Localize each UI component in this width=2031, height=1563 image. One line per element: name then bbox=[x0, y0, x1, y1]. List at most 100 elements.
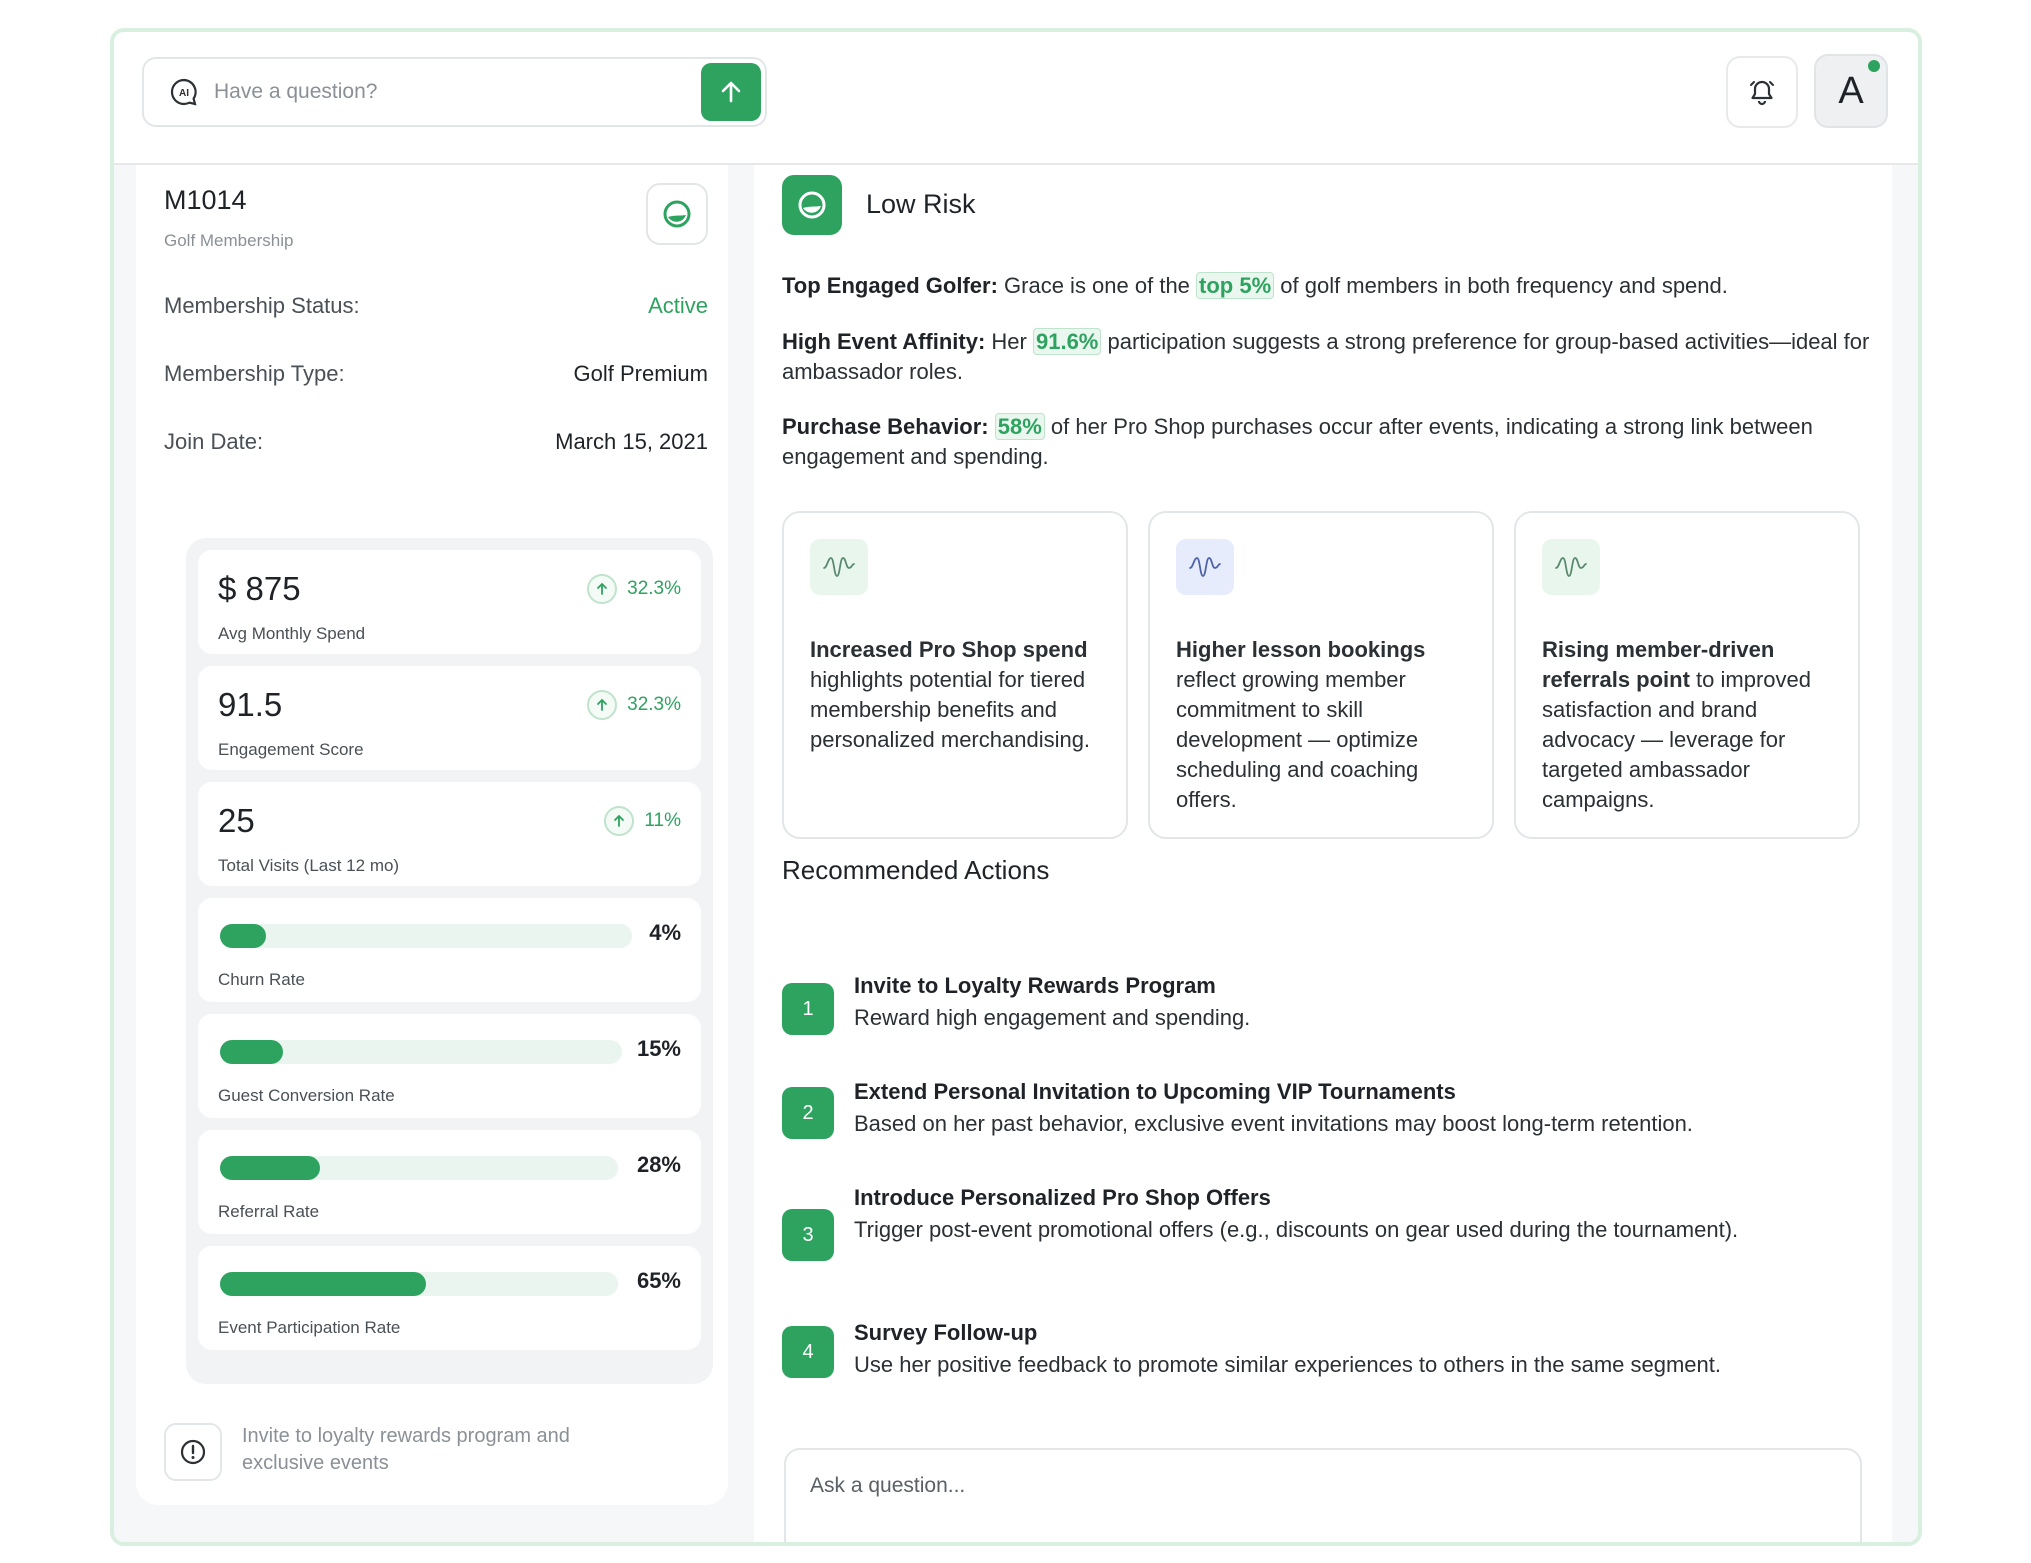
trend-wave-icon bbox=[810, 539, 868, 595]
insight-card-pro-shop[interactable]: Increased Pro Shop spend highlights pote… bbox=[782, 511, 1128, 839]
action-number: 2 bbox=[782, 1087, 834, 1139]
action-number: 1 bbox=[782, 983, 834, 1035]
trend-value: 32.3% bbox=[627, 578, 681, 599]
trend-badge: 11% bbox=[604, 806, 681, 836]
recommendation-tip: Invite to loyalty rewards program and ex… bbox=[164, 1423, 642, 1481]
insight-heading: Purchase Behavior: bbox=[782, 414, 989, 439]
question-input[interactable] bbox=[214, 80, 701, 104]
trend-badge: 32.3% bbox=[587, 690, 681, 720]
insight-card-bold: Increased Pro Shop spend bbox=[810, 637, 1088, 662]
arrow-up-icon bbox=[587, 690, 618, 720]
highlight-value: top 5% bbox=[1196, 272, 1275, 299]
trend-value: 32.3% bbox=[627, 694, 681, 715]
rate-card-referral: 28% Referral Rate bbox=[198, 1130, 701, 1234]
svg-text:AI: AI bbox=[179, 88, 189, 99]
action-description: Reward high engagement and spending. bbox=[854, 1005, 1251, 1030]
progress-track bbox=[220, 1272, 618, 1296]
membership-type-label: Membership Type: bbox=[164, 361, 345, 386]
stat-card-total-visits: 25 Total Visits (Last 12 mo) 11% bbox=[198, 782, 701, 886]
stat-card-avg-spend: $ 875 Avg Monthly Spend 32.3% bbox=[198, 550, 701, 654]
arrow-up-icon bbox=[721, 81, 741, 103]
trend-badge: 32.3% bbox=[587, 574, 681, 604]
membership-status-label: Membership Status: bbox=[164, 293, 360, 318]
arrow-up-icon bbox=[587, 574, 618, 604]
question-search-bar[interactable]: AI bbox=[142, 57, 767, 127]
stat-value: $ 875 bbox=[218, 570, 301, 607]
stats-panel: $ 875 Avg Monthly Spend 32.3% 91.5 Engag… bbox=[186, 538, 713, 1384]
insight-card-text: Rising member-driven referrals point to … bbox=[1542, 635, 1842, 815]
insight-card-rest: highlights potential for tiered membersh… bbox=[810, 667, 1091, 752]
action-number: 4 bbox=[782, 1326, 834, 1378]
member-profile-card: M1014 Golf Membership Membership Status:… bbox=[136, 165, 728, 1505]
progress-ring-icon bbox=[798, 191, 826, 219]
app-window: AI A M1014 Golf Membership bbox=[110, 28, 1922, 1546]
stat-value: 25 bbox=[218, 802, 255, 839]
action-description: Trigger post-event promotional offers (e… bbox=[854, 1217, 1739, 1242]
insight-card-referrals[interactable]: Rising member-driven referrals point to … bbox=[1514, 511, 1860, 839]
insight-top-engaged: Top Engaged Golfer: Grace is one of the … bbox=[782, 271, 1872, 301]
tip-text: Invite to loyalty rewards program and ex… bbox=[242, 1425, 570, 1474]
rate-label: Referral Rate bbox=[218, 1202, 320, 1221]
trend-value: 11% bbox=[644, 810, 681, 831]
progress-ring-icon bbox=[663, 200, 691, 228]
stat-card-engagement: 91.5 Engagement Score 32.3% bbox=[198, 666, 701, 770]
action-title: Invite to Loyalty Rewards Program bbox=[854, 973, 1216, 998]
trend-wave-icon bbox=[1176, 539, 1234, 595]
member-subtitle: Golf Membership bbox=[164, 231, 294, 250]
rate-value: 4% bbox=[649, 920, 681, 945]
rate-label: Event Participation Rate bbox=[218, 1318, 401, 1337]
insight-text: Grace is one of the bbox=[997, 273, 1197, 298]
action-description: Use her positive feedback to promote sim… bbox=[854, 1352, 1721, 1377]
progress-track bbox=[220, 1156, 618, 1180]
progress-fill bbox=[220, 1156, 321, 1180]
action-title: Survey Follow-up bbox=[854, 1320, 1038, 1345]
ai-chat-icon: AI bbox=[170, 78, 197, 106]
notifications-button[interactable] bbox=[1726, 56, 1798, 128]
user-avatar[interactable]: A bbox=[1814, 54, 1888, 128]
arrow-up-icon bbox=[604, 806, 635, 836]
join-date-row: Join Date: March 15, 2021 bbox=[164, 429, 708, 455]
action-description: Based on her past behavior, exclusive ev… bbox=[854, 1111, 1693, 1136]
action-number: 3 bbox=[782, 1209, 834, 1261]
insight-card-text: Higher lesson bookings reflect growing m… bbox=[1176, 635, 1476, 815]
highlight-value: 91.6% bbox=[1032, 328, 1102, 355]
insight-purchase-behavior: Purchase Behavior: 58% of her Pro Shop p… bbox=[782, 412, 1872, 472]
insight-card-text: Increased Pro Shop spend highlights pote… bbox=[810, 635, 1110, 755]
join-date-label: Join Date: bbox=[164, 429, 264, 454]
stat-label: Engagement Score bbox=[218, 740, 364, 759]
action-title: Extend Personal Invitation to Upcoming V… bbox=[854, 1079, 1456, 1104]
progress-track bbox=[220, 924, 632, 948]
info-button[interactable] bbox=[164, 1423, 222, 1481]
insight-card-lessons[interactable]: Higher lesson bookings reflect growing m… bbox=[1148, 511, 1494, 839]
risk-indicator-button[interactable] bbox=[646, 183, 708, 245]
highlight-value: 58% bbox=[994, 413, 1045, 440]
action-title: Introduce Personalized Pro Shop Offers bbox=[854, 1185, 1271, 1210]
avatar-letter: A bbox=[1838, 69, 1864, 112]
stat-label: Avg Monthly Spend bbox=[218, 624, 366, 643]
online-status-dot bbox=[1868, 60, 1880, 72]
progress-fill bbox=[220, 1040, 284, 1064]
top-bar: AI A bbox=[114, 32, 1918, 165]
rate-card-event-participation: 65% Event Participation Rate bbox=[198, 1246, 701, 1350]
stat-label: Total Visits (Last 12 mo) bbox=[218, 856, 400, 875]
risk-status-icon bbox=[782, 175, 842, 235]
insight-heading: High Event Affinity: bbox=[782, 329, 986, 354]
insight-card-bold: Higher lesson bookings bbox=[1176, 637, 1426, 662]
insight-card-rest: reflect growing member commitment to ski… bbox=[1176, 667, 1419, 812]
analysis-panel: Low Risk Top Engaged Golfer: Grace is on… bbox=[754, 165, 1892, 1542]
membership-type-value: Golf Premium bbox=[573, 361, 708, 386]
bell-icon bbox=[1750, 80, 1774, 106]
progress-fill bbox=[220, 924, 266, 948]
membership-type-row: Membership Type: Golf Premium bbox=[164, 361, 708, 387]
membership-status-row: Membership Status: Active bbox=[164, 293, 708, 319]
progress-fill bbox=[220, 1272, 427, 1296]
insight-text bbox=[989, 414, 995, 439]
ask-question-box[interactable] bbox=[784, 1448, 1862, 1542]
ask-question-input[interactable] bbox=[810, 1474, 1710, 1498]
stat-value: 91.5 bbox=[218, 686, 283, 723]
rate-label: Guest Conversion Rate bbox=[218, 1086, 395, 1105]
rate-value: 65% bbox=[636, 1268, 681, 1293]
member-id: M1014 bbox=[164, 185, 247, 215]
send-question-button[interactable] bbox=[701, 63, 761, 121]
insight-text: of golf members in both frequency and sp… bbox=[1274, 273, 1728, 298]
